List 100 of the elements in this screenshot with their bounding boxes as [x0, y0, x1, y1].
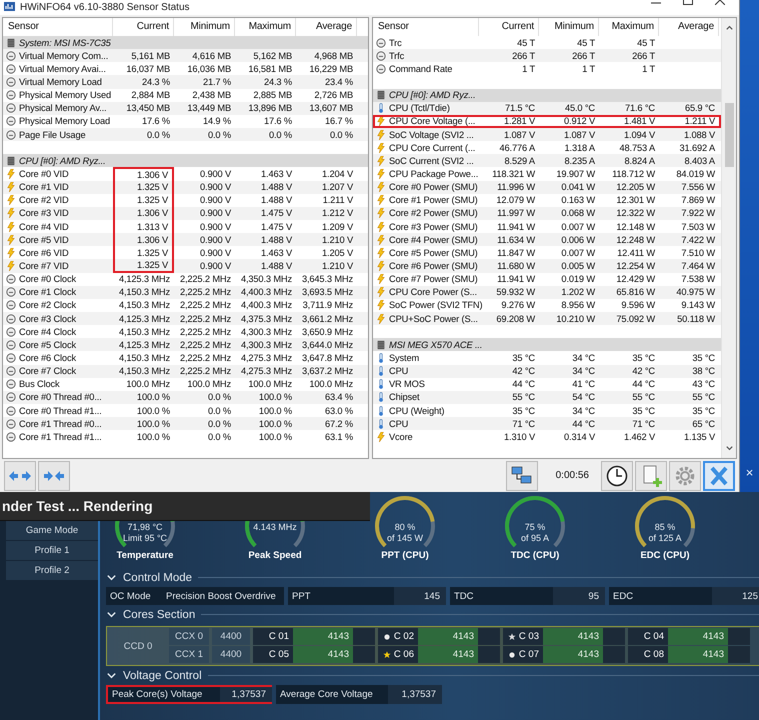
table-cell-text: 0.900 V: [199, 220, 232, 234]
lightning-icon: [6, 195, 16, 206]
table-cell-text: 4,125.3 MHz: [118, 273, 171, 286]
profile-tab[interactable]: Profile 1: [6, 541, 98, 560]
scrollbar[interactable]: [721, 18, 736, 458]
sensor-name: CPU Core Voltage (...: [389, 115, 476, 128]
table-cell-text: 3,650.9 MHz: [300, 326, 354, 338]
lightning-icon: [376, 274, 386, 284]
lightning-icon: [376, 182, 386, 192]
column-header[interactable]: Minimum: [539, 18, 599, 36]
table-cell-text: 0.0 %: [206, 404, 232, 418]
lightning-icon: [376, 314, 386, 324]
expand-columns-button[interactable]: [4, 460, 36, 490]
field-label: OC Mode: [106, 587, 162, 605]
lightning-icon: [6, 234, 16, 245]
sensor-name: Core #7 VID: [19, 260, 69, 272]
table-cell-text: 9.143 W: [680, 299, 716, 312]
table-cell-text: 2,225.2 MHz: [178, 365, 232, 378]
sensor-name: Core #1 Thread #0...: [19, 418, 102, 430]
table-cell-text: 24.3 %: [140, 76, 171, 89]
desktop-close-glyph[interactable]: ×: [746, 465, 754, 480]
chevron-icon[interactable]: [106, 609, 117, 620]
column-header[interactable]: Sensor: [373, 18, 479, 36]
table-cell-text: 1.462 V: [623, 430, 656, 444]
table-cell-text: 1.463 V: [260, 246, 293, 260]
table-cell-text: 4,350.3 MHz: [240, 273, 293, 286]
chevron-icon[interactable]: [106, 670, 117, 681]
table-cell-text: 2,225.2 MHz: [178, 286, 232, 299]
thermometer-icon: [376, 406, 386, 416]
sensor-name: SoC Voltage (SVI2 ...: [389, 128, 474, 141]
sensor-name: CPU Core Current (...: [389, 142, 476, 154]
table-cell-text: 59.932 W: [495, 286, 536, 299]
gauge-icon: [6, 352, 16, 363]
table-cell-text: 23.4 %: [324, 76, 354, 89]
collapse-columns-button[interactable]: [38, 460, 70, 490]
table-cell-text: 55 °C: [691, 391, 716, 404]
group-title: System: MSI MS-7C35: [19, 36, 111, 49]
table-cell-text: 84.019 W: [675, 168, 716, 181]
table-cell-text: 1.087 V: [503, 128, 536, 142]
table-cell-text: 35 °C: [511, 404, 536, 418]
table-cell-text: 7.869 W: [680, 194, 716, 207]
lightning-icon: [376, 142, 386, 153]
table-cell-text: 4,400.3 MHz: [240, 299, 293, 312]
gauge-icon: [6, 432, 16, 442]
sensor-name: CPU Package Powe...: [389, 168, 478, 180]
table-cell-text: 0.900 V: [199, 260, 232, 274]
field-value: 125: [712, 587, 759, 605]
sensor-name: Chipset: [389, 391, 420, 404]
table-cell-text: 1.488 V: [260, 260, 293, 274]
sensor-name: SoC Current (SVI2 ...: [389, 154, 474, 167]
sensor-name: CPU: [389, 418, 408, 430]
lightning-icon: [376, 300, 386, 310]
scrollbar-thumb[interactable]: [724, 103, 734, 167]
sensor-name: CPU (Weight): [389, 404, 444, 416]
gauge-label: Temperature: [116, 550, 174, 561]
scroll-down-icon[interactable]: [724, 444, 734, 453]
table-cell-text: 0.0 %: [268, 128, 293, 142]
table-cell-text: 1.463 V: [260, 168, 293, 182]
table-cell-text: 1.088 V: [683, 128, 716, 142]
table-cell-text: 8.529 A: [504, 154, 536, 168]
column-header[interactable]: Average: [659, 18, 719, 36]
profile-tab[interactable]: Profile 2: [6, 561, 98, 580]
table-cell-text: 1.211 V: [322, 194, 354, 207]
table-cell-text: 4,150.3 MHz: [118, 286, 171, 299]
table-cell-text: 0.068 W: [560, 207, 596, 220]
table-cell-text: 1.318 A: [564, 142, 596, 154]
column-header[interactable]: Maximum: [599, 18, 659, 36]
profile-tab[interactable]: Game Mode: [6, 521, 98, 540]
thermometer-icon: [376, 103, 386, 114]
core-frequency: 4143: [543, 646, 603, 663]
table-cell-text: 1.135 V: [683, 430, 716, 444]
column-header[interactable]: Current: [479, 18, 539, 36]
table-cell-text: 16,036 MB: [186, 62, 232, 76]
dot-icon: [382, 632, 391, 640]
gauge-label: PPT (CPU): [381, 550, 429, 561]
chevron-icon[interactable]: [106, 572, 117, 583]
sensor-name: CPU+SoC Power (S...: [389, 312, 478, 325]
table-cell-text: 1 T: [521, 62, 536, 76]
table-cell-text: 55 °C: [511, 391, 536, 404]
table-cell-text: 11.847 W: [496, 246, 536, 260]
table-cell-text: 50.118 W: [676, 312, 716, 326]
sensor-name: Core #4 Clock: [19, 326, 76, 338]
table-cell-text: 42 °C: [511, 365, 536, 378]
table-cell-text: 1.204 V: [321, 168, 354, 182]
scroll-up-icon[interactable]: [724, 23, 734, 32]
table-cell-text: 100.0 %: [258, 391, 293, 404]
table-cell-text: 7.503 W: [680, 220, 716, 234]
table-cell-text: 1.281 V: [503, 115, 536, 128]
table-cell: 1.306 V: [113, 233, 174, 246]
window-title: HWiNFO64 v6.10-3880 Sensor Status: [20, 2, 190, 14]
table-cell-text: 35 °C: [631, 404, 656, 418]
network-button[interactable]: [506, 460, 538, 490]
table-cell-text: 11.634 W: [496, 234, 536, 246]
clock-button[interactable]: [601, 460, 633, 490]
table-cell-text: 9.596 W: [620, 299, 656, 312]
close-button[interactable]: [703, 460, 735, 490]
table-cell-text: 2,438 MB: [191, 89, 232, 102]
table-cell-text: 1.094 V: [623, 128, 656, 142]
table-cell-text: 0.900 V: [199, 168, 232, 182]
table-cell-text: 44 °C: [571, 418, 596, 430]
